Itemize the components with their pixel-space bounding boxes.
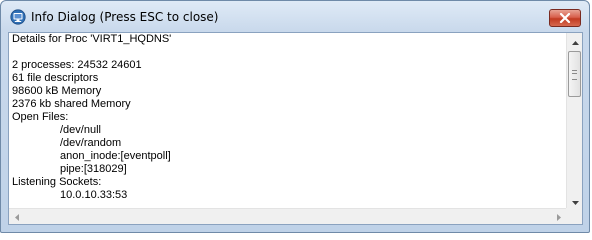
grip-icon [572,70,577,80]
details-line: anon_inode:[eventpoll] [60,150,171,162]
info-dialog-window: Info Dialog (Press ESC to close) Details… [0,0,590,233]
details-line: 61 file descriptors [12,72,99,84]
horizontal-scrollbar[interactable] [9,208,567,224]
details-text-area[interactable]: Details for Proc 'VIRT1_HQDNS' 2 processe… [9,33,567,209]
details-line: Details for Proc 'VIRT1_HQDNS' [12,33,172,45]
details-text: Details for Proc 'VIRT1_HQDNS' 2 processe… [12,33,171,202]
details-line: 10.0.10.33:53 [60,189,128,201]
scroll-down-button[interactable] [567,193,583,209]
details-line [12,46,171,59]
scroll-left-button[interactable] [9,209,25,225]
details-line: /dev/random [60,137,122,149]
arrow-left-icon [15,208,19,226]
details-text-panel[interactable]: Details for Proc 'VIRT1_HQDNS' 2 processe… [8,32,583,225]
vertical-scrollbar[interactable] [566,33,582,209]
vertical-scroll-thumb[interactable] [568,51,581,97]
window-title: Info Dialog (Press ESC to close) [31,10,219,24]
arrow-right-icon [557,208,561,226]
scrollbar-corner [566,208,582,224]
details-line: /dev/null [60,124,101,136]
scroll-right-button[interactable] [551,209,567,225]
title-bar[interactable]: Info Dialog (Press ESC to close) [1,1,589,33]
details-line: Open Files: [12,111,69,123]
info-dialog-app-icon[interactable] [10,9,26,25]
details-line: 2376 kb shared Memory [12,98,131,110]
scroll-up-button[interactable] [567,33,583,49]
details-line: Listening Sockets: [12,176,102,188]
close-button[interactable] [549,9,581,27]
close-icon [559,13,571,23]
details-line: 2 processes: 24532 24601 [12,59,142,71]
details-line: pipe:[318029] [60,163,127,175]
arrow-up-icon [571,32,579,50]
details-line: 98600 kB Memory [12,85,102,97]
